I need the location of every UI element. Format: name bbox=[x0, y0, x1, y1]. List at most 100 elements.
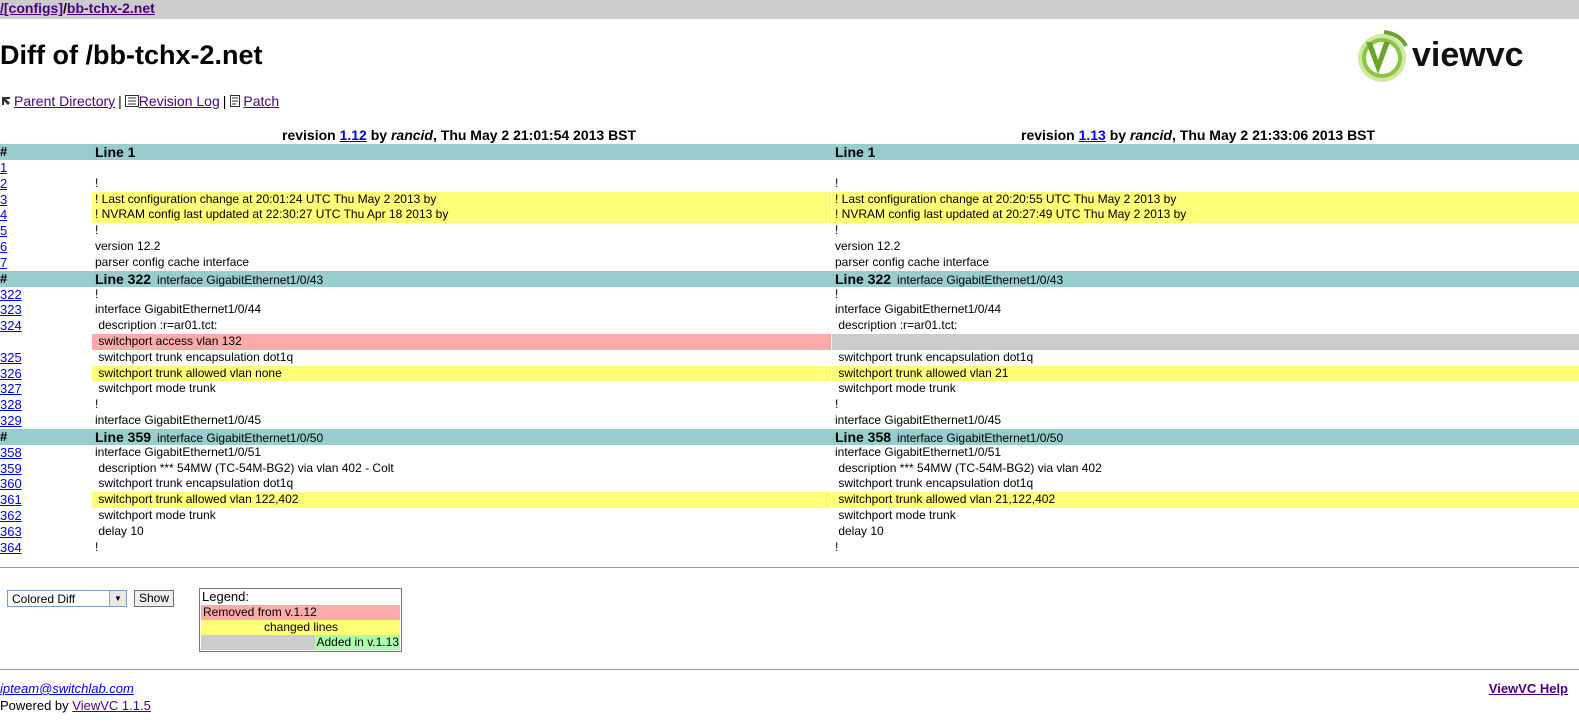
left-line-text: ! bbox=[95, 397, 99, 412]
left-context: interface GigabitEthernet1/0/43 bbox=[157, 272, 324, 287]
diff-format-select[interactable]: Colored Diff ▼ bbox=[7, 590, 127, 607]
line-number: 359 bbox=[0, 461, 80, 478]
line-number-link[interactable]: 6 bbox=[0, 239, 7, 254]
line-number-link[interactable]: 1 bbox=[0, 160, 7, 175]
line-number-link[interactable]: 7 bbox=[0, 255, 7, 270]
rev-author: rancid bbox=[390, 127, 433, 143]
line-number-link[interactable]: 327 bbox=[0, 381, 22, 396]
left-line-text: ! bbox=[95, 223, 99, 238]
line-number-link[interactable]: 358 bbox=[0, 445, 22, 460]
line-number-link[interactable]: 364 bbox=[0, 540, 22, 555]
line-number-link[interactable]: 361 bbox=[0, 492, 22, 507]
line-number: 4 bbox=[0, 207, 80, 224]
line-number-link[interactable]: 325 bbox=[0, 350, 22, 365]
line-number-link[interactable]: 326 bbox=[0, 366, 22, 381]
diff-row: 326 switchport trunk allowed vlan none s… bbox=[0, 365, 1579, 382]
rev-by: by bbox=[366, 127, 391, 143]
diff-row: 1 bbox=[0, 160, 1579, 176]
line-number-link[interactable]: 4 bbox=[0, 207, 7, 222]
left-section-header: Line 1 bbox=[92, 144, 831, 160]
right-line-text: switchport mode trunk bbox=[835, 507, 956, 522]
diff-row: 360 switchport trunk encapsulation dot1q… bbox=[0, 476, 1579, 492]
left-line-text: parser config cache interface bbox=[95, 254, 250, 269]
show-button[interactable]: Show bbox=[134, 590, 175, 607]
left-line-text: switchport mode trunk bbox=[95, 381, 216, 396]
line-number-link[interactable]: 359 bbox=[0, 461, 22, 476]
line-number-link[interactable]: 323 bbox=[0, 302, 22, 317]
diff-row: 361 switchport trunk allowed vlan 122,40… bbox=[0, 492, 1579, 508]
line-number-link[interactable]: 362 bbox=[0, 508, 22, 523]
right-line-text: delay 10 bbox=[835, 523, 884, 538]
chevron-down-icon[interactable]: ▼ bbox=[109, 591, 126, 606]
patch-link[interactable]: Patch bbox=[243, 93, 279, 109]
rev-date: , Thu May 2 21:01:54 2013 BST bbox=[432, 127, 637, 143]
diff-row: 329 interface GigabitEthernet1/0/45 interf… bbox=[0, 413, 1579, 429]
diff-row: 359 description *** 54MW (TC-54M-BG2) vi… bbox=[0, 461, 1579, 477]
right-line-label: Line 322 bbox=[835, 270, 892, 287]
right-line-text: switchport trunk encapsulation dot1q bbox=[835, 349, 1034, 364]
left-line-text: version 12.2 bbox=[95, 238, 161, 253]
viewvc-logo[interactable]: viewvc bbox=[1354, 28, 1579, 84]
rev-prefix: revision bbox=[282, 127, 340, 143]
right-revision-link[interactable]: 1.13 bbox=[1079, 127, 1106, 143]
diff-row: 324 description :r=ar01.tct: description… bbox=[0, 318, 1579, 334]
diff-format-form: Colored Diff ▼ Show bbox=[7, 590, 175, 607]
right-line-text: interface GigabitEthernet1/0/51 bbox=[835, 444, 1002, 459]
legend-added-label: Added in v.1.13 bbox=[315, 635, 400, 650]
left-line-text bbox=[92, 160, 831, 176]
line-number: 322 bbox=[0, 287, 80, 304]
line-number: 325 bbox=[0, 350, 80, 367]
line-number-header: # bbox=[0, 144, 8, 159]
line-number-header: # bbox=[0, 428, 8, 444]
diff-row: 328!! bbox=[0, 397, 1579, 413]
nav-separator: | bbox=[118, 93, 122, 109]
line-number-link[interactable]: 3 bbox=[0, 192, 7, 207]
line-number-link[interactable]: 2 bbox=[0, 176, 7, 191]
breadcrumb-file-link[interactable]: bb-tchx-2.net bbox=[67, 0, 155, 16]
left-revision-link[interactable]: 1.12 bbox=[340, 127, 367, 143]
line-number-link[interactable]: 5 bbox=[0, 223, 7, 238]
right-line-text: description *** 54MW (TC-54M-BG2) via vl… bbox=[835, 460, 1102, 475]
revision-log-link[interactable]: Revision Log bbox=[139, 93, 220, 109]
patch-icon bbox=[229, 94, 241, 107]
diff-row: 5!! bbox=[0, 223, 1579, 239]
legend-changed: changed lines bbox=[201, 620, 400, 635]
line-number-link[interactable]: 328 bbox=[0, 397, 22, 412]
powered-by-label: Powered by bbox=[0, 698, 73, 713]
line-number: 361 bbox=[0, 492, 80, 509]
line-number-link[interactable]: 324 bbox=[0, 318, 22, 333]
diff-row: 4 ! NVRAM config last updated at 22:30:27… bbox=[0, 207, 1579, 224]
line-number-link[interactable]: 363 bbox=[0, 524, 22, 539]
diff-row: 7 parser config cache interface parser con… bbox=[0, 255, 1579, 271]
contact-email-link[interactable]: ipteam@switchlab.com bbox=[0, 681, 134, 696]
right-line-text: ! bbox=[835, 286, 839, 301]
left-line-text: ! bbox=[95, 286, 99, 301]
right-line-text: ! Last configuration change at 20:20:55 … bbox=[832, 191, 1579, 208]
right-line-text: ! bbox=[835, 175, 839, 190]
left-line-text: ! bbox=[95, 175, 99, 190]
viewvc-help-link[interactable]: ViewVC Help bbox=[1489, 681, 1568, 696]
left-line-text: interface GigabitEthernet1/0/44 bbox=[95, 302, 262, 317]
line-number-link[interactable]: 329 bbox=[0, 413, 22, 428]
viewvc-version-link[interactable]: ViewVC 1.1.5 bbox=[72, 698, 151, 713]
diff-row: 3 ! Last configuration change at 20:01:24… bbox=[0, 191, 1579, 208]
right-line-text: interface GigabitEthernet1/0/45 bbox=[835, 412, 1002, 427]
left-line-text: switchport trunk allowed vlan none bbox=[92, 365, 831, 382]
breadcrumb-configs-link[interactable]: [configs] bbox=[4, 0, 63, 16]
diff-section-header: # Line 322 interface GigabitEthernet1/0/43… bbox=[0, 270, 1579, 287]
right-section-header: Line 322 interface GigabitEthernet1/0/43 bbox=[832, 271, 1579, 287]
line-number: 7 bbox=[0, 255, 80, 272]
right-line-text: version 12.2 bbox=[835, 238, 901, 253]
right-section-header: Line 1 bbox=[832, 144, 1579, 160]
line-number-link[interactable]: 322 bbox=[0, 287, 22, 302]
right-line-label: Line 1 bbox=[835, 144, 876, 160]
line-number: 5 bbox=[0, 223, 80, 240]
left-line-text: ! Last configuration change at 20:01:24 … bbox=[92, 191, 831, 208]
left-line-text: description :r=ar01.tct: bbox=[95, 318, 218, 333]
legend-added: Added in v.1.13 bbox=[201, 635, 400, 650]
parent-directory-link[interactable]: Parent Directory bbox=[14, 93, 115, 109]
rev-prefix: revision bbox=[1021, 127, 1079, 143]
line-number-link[interactable]: 360 bbox=[0, 476, 22, 491]
left-line-text: switchport access vlan 132 bbox=[92, 333, 831, 350]
nav-separator: | bbox=[222, 93, 227, 109]
